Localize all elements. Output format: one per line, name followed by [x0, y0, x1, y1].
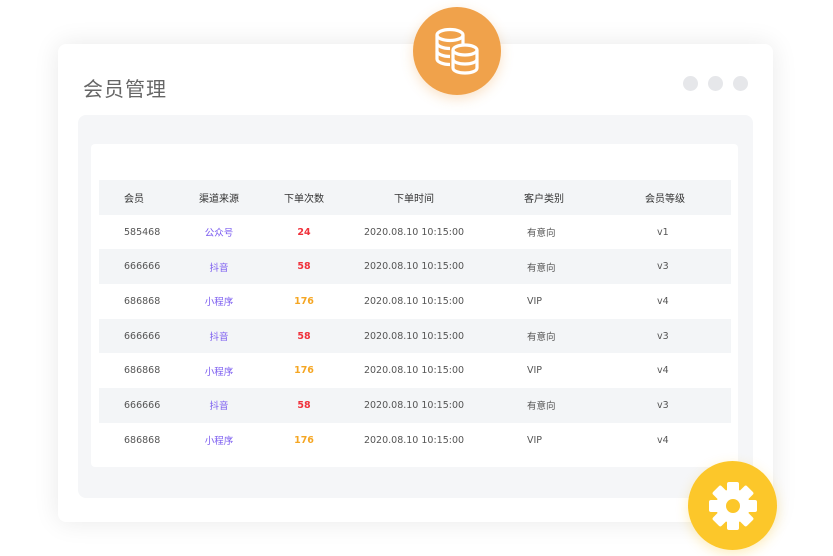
window-controls	[683, 76, 748, 91]
order-time-cell: 2020.08.10 10:15:00	[363, 261, 465, 273]
order-time-cell: 2020.08.10 10:15:00	[363, 330, 465, 342]
column-header-category[interactable]: 客户类别	[489, 190, 599, 205]
table-card: 会员 渠道来源 下单次数 下单时间 客户类别 会员等级 585468 公众号 2…	[91, 144, 738, 467]
order-time-cell: 2020.08.10 10:15:00	[363, 295, 465, 307]
order-count-cell: 58	[297, 261, 311, 273]
customer-category-cell: 有意向	[527, 401, 556, 413]
channel-cell: 抖音	[209, 401, 229, 413]
channel-cell: 小程序	[204, 297, 234, 309]
member-level-cell: v3	[657, 261, 669, 273]
order-count-cell: 58	[297, 330, 311, 342]
member-id-cell: 686868	[124, 365, 161, 377]
member-id-cell: 666666	[124, 261, 161, 273]
table-row[interactable]: 686868 小程序 176 2020.08.10 10:15:00 VIP v…	[99, 353, 731, 388]
order-count-cell: 24	[297, 226, 311, 238]
order-count-cell: 176	[294, 295, 314, 307]
table-row[interactable]: 666666 抖音 58 2020.08.10 10:15:00 有意向 v3	[99, 388, 731, 423]
column-header-level[interactable]: 会员等级	[599, 190, 731, 205]
channel-cell: 抖音	[209, 332, 229, 344]
customer-category-cell: VIP	[527, 434, 543, 446]
order-time-cell: 2020.08.10 10:15:00	[363, 399, 465, 411]
channel-cell: 小程序	[204, 436, 234, 448]
member-level-cell: v1	[657, 226, 669, 238]
table-row[interactable]: 666666 抖音 58 2020.08.10 10:15:00 有意向 v3	[99, 249, 731, 285]
member-level-cell: v4	[657, 365, 669, 377]
customer-category-cell: 有意向	[527, 228, 556, 240]
settings-badge[interactable]	[688, 461, 777, 550]
member-level-cell: v3	[657, 399, 669, 411]
window-control-dot[interactable]	[708, 76, 723, 91]
column-header-member[interactable]: 会员	[99, 190, 169, 205]
column-header-orders[interactable]: 下单次数	[269, 190, 339, 205]
member-id-cell: 585468	[124, 226, 161, 238]
channel-cell: 抖音	[209, 262, 229, 274]
window-control-dot[interactable]	[683, 76, 698, 91]
order-count-cell: 58	[297, 399, 311, 411]
database-badge	[413, 7, 501, 95]
order-time-cell: 2020.08.10 10:15:00	[363, 434, 465, 446]
member-level-cell: v3	[657, 330, 669, 342]
database-icon	[435, 27, 479, 75]
content-panel: 会员 渠道来源 下单次数 下单时间 客户类别 会员等级 585468 公众号 2…	[78, 115, 753, 498]
channel-cell: 小程序	[204, 366, 234, 378]
member-id-cell: 686868	[124, 295, 161, 307]
table-header: 会员 渠道来源 下单次数 下单时间 客户类别 会员等级	[99, 180, 731, 215]
customer-category-cell: 有意向	[527, 262, 556, 274]
member-id-cell: 686868	[124, 434, 161, 446]
order-time-cell: 2020.08.10 10:15:00	[363, 226, 465, 238]
table-row[interactable]: 686868 小程序 176 2020.08.10 10:15:00 VIP v…	[99, 284, 731, 319]
table-row[interactable]: 666666 抖音 58 2020.08.10 10:15:00 有意向 v3	[99, 318, 731, 354]
table-row[interactable]: 686868 小程序 176 2020.08.10 10:15:00 VIP v…	[99, 423, 731, 458]
window-title: 会员管理	[83, 77, 167, 101]
order-count-cell: 176	[294, 434, 314, 446]
member-level-cell: v4	[657, 295, 669, 307]
channel-cell: 公众号	[204, 228, 234, 240]
table-row[interactable]: 585468 公众号 24 2020.08.10 10:15:00 有意向 v1	[99, 215, 731, 250]
order-time-cell: 2020.08.10 10:15:00	[363, 365, 465, 377]
member-table: 会员 渠道来源 下单次数 下单时间 客户类别 会员等级 585468 公众号 2…	[99, 180, 731, 458]
column-header-channel[interactable]: 渠道来源	[169, 190, 269, 205]
window-control-dot[interactable]	[733, 76, 748, 91]
member-level-cell: v4	[657, 434, 669, 446]
customer-category-cell: 有意向	[527, 332, 556, 344]
customer-category-cell: VIP	[527, 295, 543, 307]
customer-category-cell: VIP	[527, 365, 543, 377]
member-id-cell: 666666	[124, 330, 161, 342]
member-id-cell: 666666	[124, 399, 161, 411]
member-management-window: 会员管理 会员 渠道来源 下单次数 下单时间 客户类别 会员等级 585468 …	[58, 44, 773, 522]
order-count-cell: 176	[294, 365, 314, 377]
column-header-order-time[interactable]: 下单时间	[339, 190, 489, 205]
gear-icon	[708, 481, 757, 530]
